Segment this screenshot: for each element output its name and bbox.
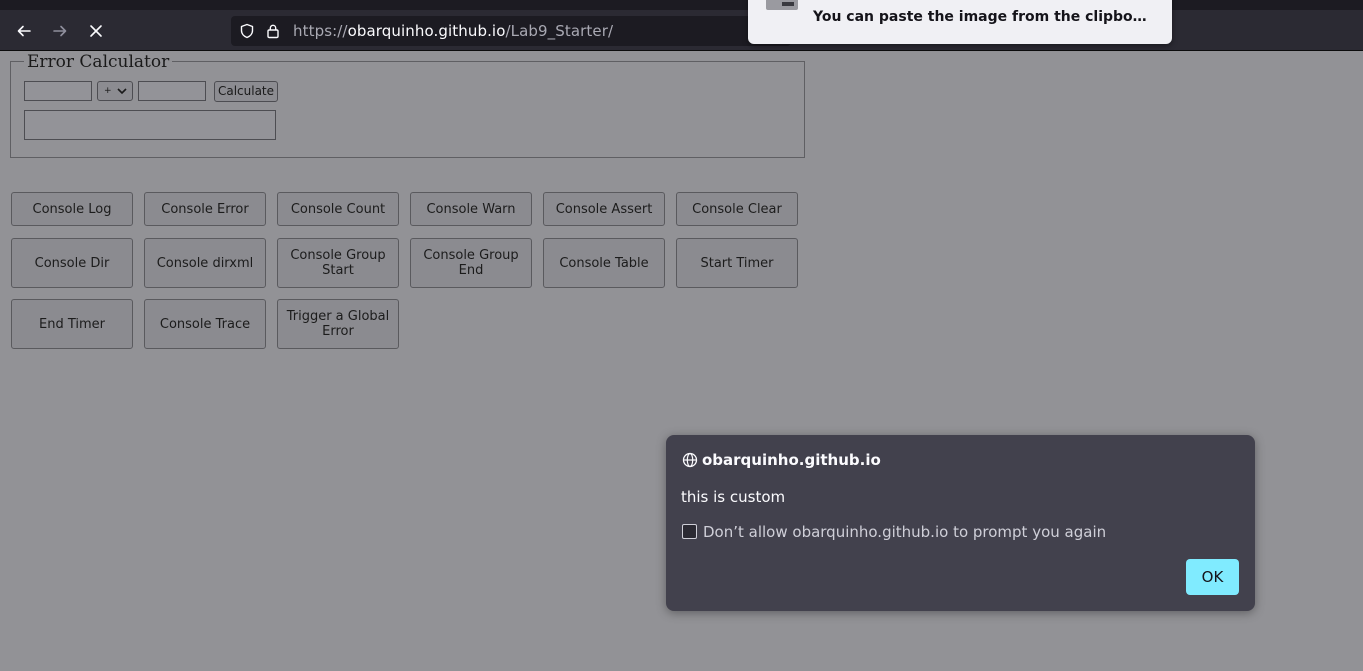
start-timer-button[interactable]: Start Timer xyxy=(676,238,798,288)
console-table-button[interactable]: Console Table xyxy=(543,238,665,288)
dont-allow-checkbox[interactable] xyxy=(682,524,697,539)
arrow-right-icon xyxy=(53,25,67,37)
ok-button[interactable]: OK xyxy=(1186,559,1239,595)
dialog-host: obarquinho.github.io xyxy=(702,451,881,469)
console-dir-button[interactable]: Console Dir xyxy=(11,238,133,288)
console-clear-button[interactable]: Console Clear xyxy=(676,192,798,226)
url-scheme: https:// xyxy=(293,22,348,40)
notification-popup[interactable]: You can paste the image from the clipbo… xyxy=(748,0,1172,44)
globe-icon xyxy=(682,452,698,468)
console-trace-button[interactable]: Console Trace xyxy=(144,299,266,349)
chevron-down-icon xyxy=(117,88,127,95)
error-calculator: Error Calculator + Calculate xyxy=(10,52,805,158)
back-button[interactable] xyxy=(10,18,38,44)
image-thumbnail-icon xyxy=(766,0,798,10)
url-path: /Lab9_Starter/ xyxy=(505,22,614,40)
console-group-end-button[interactable]: Console Group End xyxy=(410,238,532,288)
operator-value: + xyxy=(104,86,112,96)
console-dirxml-button[interactable]: Console dirxml xyxy=(144,238,266,288)
console-error-button[interactable]: Console Error xyxy=(144,192,266,226)
result-output xyxy=(24,110,276,140)
arrow-left-icon xyxy=(17,25,31,37)
trigger-global-error-button[interactable]: Trigger a Global Error xyxy=(277,299,399,349)
url-bar[interactable]: https://obarquinho.github.io/Lab9_Starte… xyxy=(231,16,791,46)
stop-button[interactable] xyxy=(82,18,110,44)
prompt-dialog: obarquinho.github.io this is custom Don’… xyxy=(666,435,1255,611)
dialog-header: obarquinho.github.io xyxy=(682,451,881,469)
dialog-message: this is custom xyxy=(681,488,786,506)
calculate-button[interactable]: Calculate xyxy=(214,81,278,102)
console-assert-button[interactable]: Console Assert xyxy=(543,192,665,226)
console-log-button[interactable]: Console Log xyxy=(11,192,133,226)
calculator-legend: Error Calculator xyxy=(24,52,173,72)
shield-icon[interactable] xyxy=(239,23,255,39)
console-warn-button[interactable]: Console Warn xyxy=(410,192,532,226)
forward-button[interactable] xyxy=(46,18,74,44)
first-number-input[interactable] xyxy=(24,81,92,101)
close-icon xyxy=(90,25,102,37)
second-number-input[interactable] xyxy=(138,81,206,101)
dont-allow-label[interactable]: Don’t allow obarquinho.github.io to prom… xyxy=(703,523,1106,541)
operator-select[interactable]: + xyxy=(97,81,133,101)
notification-text: You can paste the image from the clipbo… xyxy=(813,9,1147,25)
url-text[interactable]: https://obarquinho.github.io/Lab9_Starte… xyxy=(293,22,613,40)
console-group-start-button[interactable]: Console Group Start xyxy=(277,238,399,288)
console-count-button[interactable]: Console Count xyxy=(277,192,399,226)
lock-icon[interactable] xyxy=(266,23,280,39)
end-timer-button[interactable]: End Timer xyxy=(11,299,133,349)
url-domain: obarquinho.github.io xyxy=(347,22,506,40)
